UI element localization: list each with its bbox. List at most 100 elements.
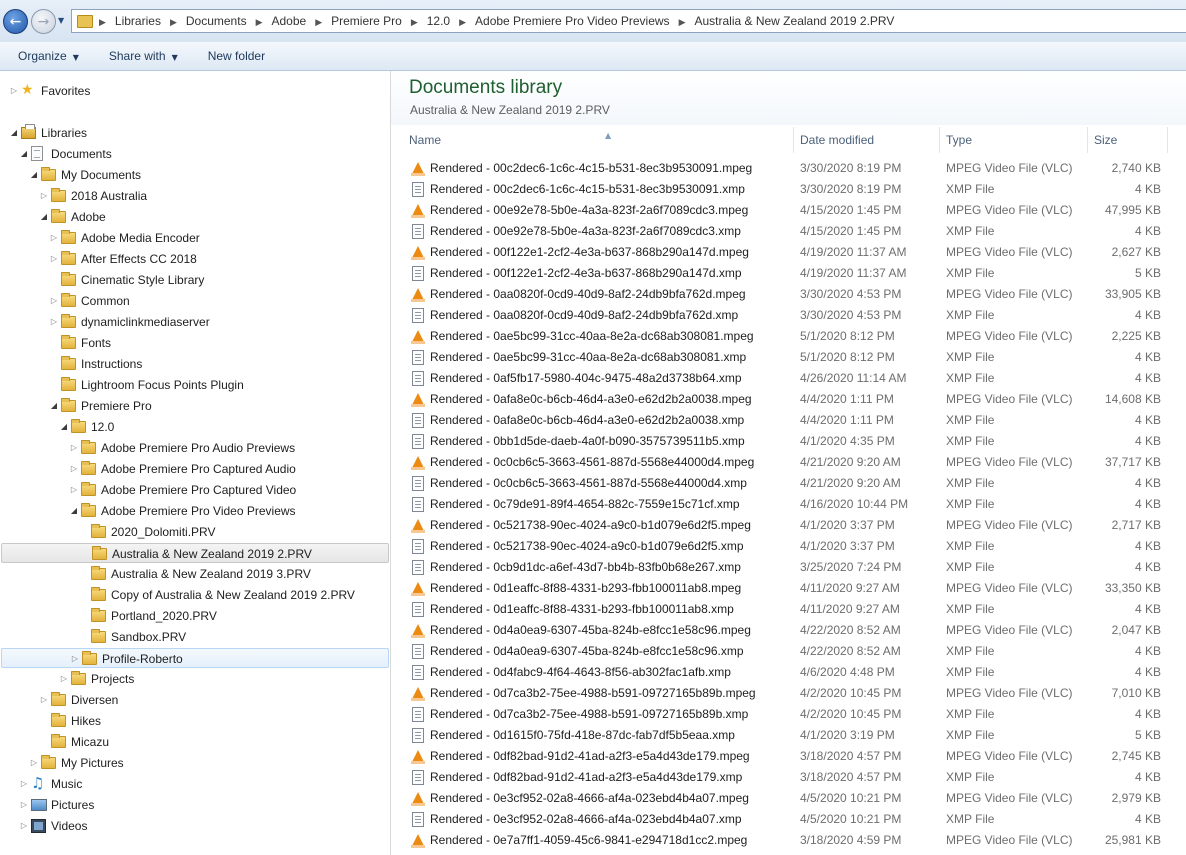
collapse-arrow-icon[interactable]: ◢ bbox=[9, 123, 19, 143]
column-header-type[interactable]: Type bbox=[940, 127, 1088, 153]
nav-item[interactable]: ▷ dynamiclinkmediaserver bbox=[0, 312, 389, 332]
breadcrumb-separator-icon[interactable]: ▶ bbox=[256, 18, 263, 28]
nav-item[interactable]: ◢ Adobe Premiere Pro Video Previews bbox=[0, 501, 389, 521]
breadcrumb-item[interactable]: Libraries bbox=[115, 14, 161, 28]
nav-item[interactable]: ▷ My Pictures bbox=[0, 753, 389, 773]
file-row[interactable]: Rendered - 0cb9d1dc-a6ef-43d7-bb4b-83fb0… bbox=[391, 557, 1186, 578]
nav-item[interactable]: Sandbox.PRV bbox=[0, 627, 389, 647]
nav-item[interactable]: ▷ Adobe Premiere Pro Captured Video bbox=[0, 480, 389, 500]
expand-arrow-icon[interactable]: ▷ bbox=[69, 459, 79, 479]
file-row[interactable]: Rendered - 0e3cf952-02a8-4666-af4a-023eb… bbox=[391, 788, 1186, 809]
share-with-button[interactable]: Share with ▼ bbox=[109, 49, 178, 63]
nav-item[interactable]: ▷ Videos bbox=[0, 816, 389, 836]
expand-arrow-icon[interactable]: ▷ bbox=[70, 649, 80, 669]
nav-item[interactable]: Fonts bbox=[0, 333, 389, 353]
nav-item[interactable]: ▷ After Effects CC 2018 bbox=[0, 249, 389, 269]
file-row[interactable]: Rendered - 00f122e1-2cf2-4e3a-b637-868b2… bbox=[391, 263, 1186, 284]
collapse-arrow-icon[interactable]: ◢ bbox=[69, 501, 79, 521]
nav-item[interactable]: Lightroom Focus Points Plugin bbox=[0, 375, 389, 395]
back-button[interactable]: ← bbox=[3, 9, 28, 34]
file-row[interactable]: Rendered - 0d1eaffc-8f88-4331-b293-fbb10… bbox=[391, 599, 1186, 620]
forward-button[interactable]: → bbox=[31, 9, 56, 34]
nav-item[interactable]: ◢ My Documents bbox=[0, 165, 389, 185]
file-row[interactable]: Rendered - 0df82bad-91d2-41ad-a2f3-e5a4d… bbox=[391, 767, 1186, 788]
breadcrumb-separator-icon[interactable]: ▶ bbox=[99, 18, 106, 28]
file-row[interactable]: Rendered - 0d1615f0-75fd-418e-87dc-fab7d… bbox=[391, 725, 1186, 746]
file-row[interactable]: Rendered - 00e92e78-5b0e-4a3a-823f-2a6f7… bbox=[391, 200, 1186, 221]
collapse-arrow-icon[interactable]: ◢ bbox=[39, 207, 49, 227]
expand-arrow-icon[interactable]: ▷ bbox=[29, 753, 39, 773]
breadcrumb-item[interactable]: Premiere Pro bbox=[331, 14, 402, 28]
expand-arrow-icon[interactable]: ▷ bbox=[39, 690, 49, 710]
expand-arrow-icon[interactable]: ▷ bbox=[49, 291, 59, 311]
expand-arrow-icon[interactable]: ▷ bbox=[9, 81, 19, 101]
column-header-date[interactable]: Date modified bbox=[794, 127, 940, 153]
breadcrumb-separator-icon[interactable]: ▶ bbox=[170, 18, 177, 28]
nav-item[interactable]: ◢ 12.0 bbox=[0, 417, 389, 437]
column-header-name[interactable]: Name ▲ bbox=[403, 127, 794, 153]
file-row[interactable]: Rendered - 0afa8e0c-b6cb-46d4-a3e0-e62d2… bbox=[391, 389, 1186, 410]
file-row[interactable]: Rendered - 00e92e78-5b0e-4a3a-823f-2a6f7… bbox=[391, 221, 1186, 242]
file-row[interactable]: Rendered - 0ae5bc99-31cc-40aa-8e2a-dc68a… bbox=[391, 347, 1186, 368]
file-row[interactable]: Rendered - 00f122e1-2cf2-4e3a-b637-868b2… bbox=[391, 242, 1186, 263]
recent-pages-dropdown[interactable]: ▼ bbox=[58, 16, 68, 26]
breadcrumb-item[interactable]: Adobe Premiere Pro Video Previews bbox=[475, 14, 670, 28]
breadcrumb-item[interactable]: Australia & New Zealand 2019 2.PRV bbox=[694, 14, 894, 28]
expand-arrow-icon[interactable]: ▷ bbox=[59, 669, 69, 689]
expand-arrow-icon[interactable]: ▷ bbox=[49, 228, 59, 248]
collapse-arrow-icon[interactable]: ◢ bbox=[49, 396, 59, 416]
nav-item[interactable]: ◢ Premiere Pro bbox=[0, 396, 389, 416]
breadcrumb-separator-icon[interactable]: ▶ bbox=[315, 18, 322, 28]
nav-item[interactable]: ▷ Adobe Media Encoder bbox=[0, 228, 389, 248]
nav-item[interactable]: Hikes bbox=[0, 711, 389, 731]
nav-item[interactable]: ◢ Libraries bbox=[0, 123, 389, 143]
file-row[interactable]: Rendered - 0e7a7ff1-4059-45c6-9841-e2947… bbox=[391, 830, 1186, 851]
nav-item[interactable]: ▷ Diversen bbox=[0, 690, 389, 710]
expand-arrow-icon[interactable]: ▷ bbox=[69, 480, 79, 500]
file-row[interactable]: Rendered - 0d7ca3b2-75ee-4988-b591-09727… bbox=[391, 704, 1186, 725]
expand-arrow-icon[interactable]: ▷ bbox=[19, 816, 29, 836]
nav-item[interactable]: Micazu bbox=[0, 732, 389, 752]
nav-item[interactable]: ▷ ★ Favorites bbox=[0, 81, 389, 101]
file-row[interactable]: Rendered - 0d4a0ea9-6307-45ba-824b-e8fcc… bbox=[391, 641, 1186, 662]
expand-arrow-icon[interactable]: ▷ bbox=[39, 186, 49, 206]
file-row[interactable]: Rendered - 0c0cb6c5-3663-4561-887d-5568e… bbox=[391, 473, 1186, 494]
file-row[interactable]: Rendered - 0c521738-90ec-4024-a9c0-b1d07… bbox=[391, 536, 1186, 557]
file-row[interactable]: Rendered - 00c2dec6-1c6c-4c15-b531-8ec3b… bbox=[391, 179, 1186, 200]
file-row[interactable]: Rendered - 0c521738-90ec-4024-a9c0-b1d07… bbox=[391, 515, 1186, 536]
file-row[interactable]: Rendered - 0d4a0ea9-6307-45ba-824b-e8fcc… bbox=[391, 620, 1186, 641]
breadcrumb-item[interactable]: 12.0 bbox=[427, 14, 450, 28]
nav-item[interactable]: ▷ Projects bbox=[0, 669, 389, 689]
nav-item[interactable]: ◢ Adobe bbox=[0, 207, 389, 227]
file-row[interactable]: Rendered - 0d7ca3b2-75ee-4988-b591-09727… bbox=[391, 683, 1186, 704]
file-row[interactable]: Rendered - 0df82bad-91d2-41ad-a2f3-e5a4d… bbox=[391, 746, 1186, 767]
expand-arrow-icon[interactable]: ▷ bbox=[49, 249, 59, 269]
file-row[interactable]: Rendered - 0afa8e0c-b6cb-46d4-a3e0-e62d2… bbox=[391, 410, 1186, 431]
nav-item[interactable]: Australia & New Zealand 2019 3.PRV bbox=[0, 564, 389, 584]
file-row[interactable]: Rendered - 0af5fb17-5980-404c-9475-48a2d… bbox=[391, 368, 1186, 389]
nav-item[interactable]: ▷ Adobe Premiere Pro Audio Previews bbox=[0, 438, 389, 458]
file-row[interactable]: Rendered - 0e3cf952-02a8-4666-af4a-023eb… bbox=[391, 809, 1186, 830]
nav-item[interactable]: ▷ Pictures bbox=[0, 795, 389, 815]
breadcrumb-separator-icon[interactable]: ▶ bbox=[411, 18, 418, 28]
collapse-arrow-icon[interactable]: ◢ bbox=[59, 417, 69, 437]
expand-arrow-icon[interactable]: ▷ bbox=[49, 312, 59, 332]
organize-button[interactable]: Organize ▼ bbox=[18, 49, 79, 63]
file-row[interactable]: Rendered - 0ae5bc99-31cc-40aa-8e2a-dc68a… bbox=[391, 326, 1186, 347]
column-header-size[interactable]: Size bbox=[1088, 127, 1168, 153]
file-row[interactable]: Rendered - 00c2dec6-1c6c-4c15-b531-8ec3b… bbox=[391, 158, 1186, 179]
file-row[interactable]: Rendered - 0aa0820f-0cd9-40d9-8af2-24db9… bbox=[391, 305, 1186, 326]
expand-arrow-icon[interactable]: ▷ bbox=[69, 438, 79, 458]
file-row[interactable]: Rendered - 0c0cb6c5-3663-4561-887d-5568e… bbox=[391, 452, 1186, 473]
nav-item[interactable]: ▷ 2018 Australia bbox=[0, 186, 389, 206]
nav-item[interactable]: ▷ Profile-Roberto bbox=[1, 648, 389, 668]
breadcrumb-item[interactable]: Documents bbox=[186, 14, 247, 28]
file-row[interactable]: Rendered - 0d1eaffc-8f88-4331-b293-fbb10… bbox=[391, 578, 1186, 599]
expand-arrow-icon[interactable]: ▷ bbox=[19, 774, 29, 794]
nav-item[interactable]: ▷ Common bbox=[0, 291, 389, 311]
nav-item[interactable]: Australia & New Zealand 2019 2.PRV bbox=[1, 543, 389, 563]
nav-item[interactable]: ▷ Adobe Premiere Pro Captured Audio bbox=[0, 459, 389, 479]
collapse-arrow-icon[interactable]: ◢ bbox=[29, 165, 39, 185]
nav-item[interactable]: Cinematic Style Library bbox=[0, 270, 389, 290]
new-folder-button[interactable]: New folder bbox=[208, 49, 265, 63]
